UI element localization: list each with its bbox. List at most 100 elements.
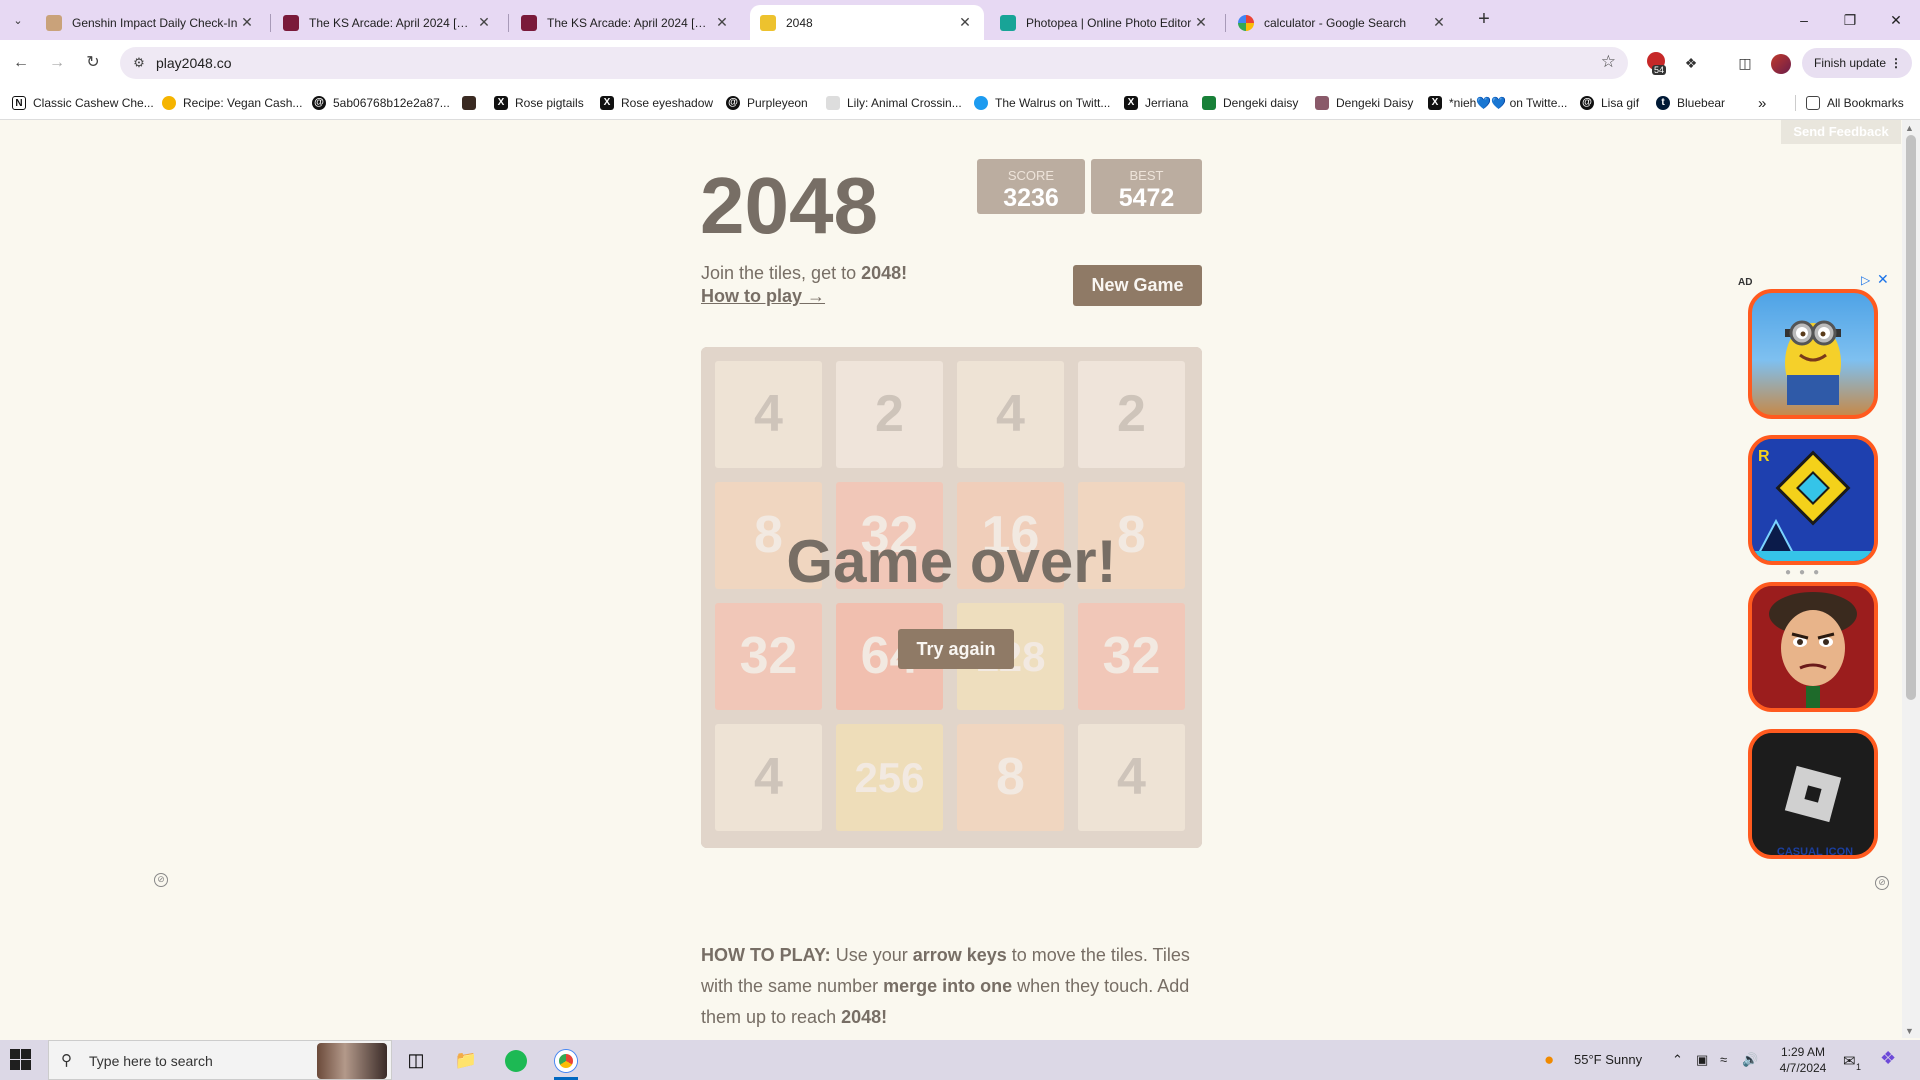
- meet-now-icon[interactable]: ▣: [1696, 1052, 1708, 1068]
- copilot-icon[interactable]: ❖: [1880, 1048, 1896, 1069]
- bookmarks-overflow-button[interactable]: »: [1758, 93, 1766, 113]
- address-bar[interactable]: ⚙ play2048.co ☆: [120, 47, 1628, 79]
- ad-app-scary-teacher[interactable]: [1748, 582, 1878, 712]
- bookmark-item[interactable]: Recipe: Vegan Cash...: [162, 93, 302, 113]
- reload-icon: ↻: [86, 54, 100, 71]
- tab-search-button[interactable]: ⌄: [6, 8, 30, 32]
- tab-genshin[interactable]: Genshin Impact Daily Check-In ✕: [36, 5, 266, 40]
- tab-google-search[interactable]: calculator - Google Search ✕: [1228, 5, 1458, 40]
- new-tab-button[interactable]: +: [1472, 8, 1496, 32]
- new-game-button[interactable]: New Game: [1073, 265, 1202, 306]
- more-menu-icon: ⋮: [1890, 56, 1902, 70]
- ad-app-roblox[interactable]: [1748, 729, 1878, 859]
- ad-app-minion[interactable]: [1748, 289, 1878, 419]
- search-icon: ⚲: [61, 1052, 72, 1069]
- extensions-puzzle-icon[interactable]: ❖: [1680, 52, 1702, 74]
- minion-icon: [1785, 320, 1841, 405]
- ad-info-icon[interactable]: ▷: [1861, 273, 1870, 287]
- bookmark-item[interactable]: @5ab06768b12e2a87...: [312, 93, 450, 113]
- side-panel-icon[interactable]: ◫: [1734, 52, 1756, 74]
- intro-bold: 2048!: [861, 263, 908, 283]
- search-placeholder: Type here to search: [89, 1053, 213, 1069]
- ks-arcade-icon: [521, 14, 537, 31]
- send-feedback-button[interactable]: Send Feedback: [1781, 120, 1901, 144]
- scroll-up-icon[interactable]: ▲: [1905, 123, 1914, 133]
- bookmark-star-icon[interactable]: ☆: [1601, 52, 1616, 72]
- how-to-play-link[interactable]: How to play →: [701, 286, 825, 307]
- finish-update-button[interactable]: Finish update ⋮: [1802, 48, 1912, 78]
- howto-bold: 2048!: [841, 1007, 888, 1027]
- bookmark-item[interactable]: [462, 93, 483, 113]
- close-tab-icon[interactable]: ✕: [956, 14, 974, 31]
- ad-app-geometry-dash[interactable]: R: [1748, 435, 1878, 565]
- game-board[interactable]: 4242832168326412832425684 Game over! Try…: [701, 347, 1202, 848]
- intro-text: Join the tiles, get to 2048!: [701, 263, 907, 284]
- all-bookmarks-button[interactable]: All Bookmarks: [1806, 93, 1904, 113]
- minimize-button[interactable]: –: [1782, 6, 1826, 34]
- volume-icon[interactable]: 🔊: [1742, 1052, 1758, 1068]
- sheets-icon: [1202, 96, 1216, 110]
- profile-avatar[interactable]: [1771, 54, 1791, 74]
- bookmark-label: Bluebear: [1677, 96, 1726, 110]
- bookmark-item[interactable]: N Classic Cashew Che...: [12, 93, 154, 113]
- tray-overflow-icon[interactable]: ⌃: [1672, 1052, 1683, 1068]
- close-tab-icon[interactable]: ✕: [1192, 14, 1210, 31]
- bookmarks-bar: N Classic Cashew Che... Recipe: Vegan Cas…: [0, 86, 1920, 120]
- forward-button[interactable]: →: [44, 50, 70, 76]
- bookmark-item[interactable]: @ Purpleyeon: [726, 93, 808, 113]
- bookmark-item[interactable]: X Jerriana: [1124, 93, 1188, 113]
- chrome-icon[interactable]: [546, 1044, 586, 1080]
- ad-close-icon[interactable]: ✕: [1877, 271, 1889, 288]
- ad-carousel-dots: ●●●: [1785, 567, 1828, 578]
- arrow-left-icon: ←: [13, 54, 29, 71]
- recipe-icon: [162, 96, 176, 110]
- tab-2048[interactable]: 2048 ✕: [750, 5, 984, 40]
- try-again-button[interactable]: Try again: [898, 629, 1014, 669]
- tab-ks-arcade-1[interactable]: The KS Arcade: April 2024 [Solo ✕: [273, 5, 503, 40]
- close-tab-icon[interactable]: ✕: [238, 14, 256, 31]
- bookmark-item[interactable]: Lily: Animal Crossin...: [826, 93, 962, 113]
- threads-icon: @: [726, 96, 740, 110]
- ad-choices-icon[interactable]: ⊘: [1875, 876, 1889, 890]
- file-explorer-icon[interactable]: 📁: [446, 1044, 486, 1080]
- bookmark-item[interactable]: The Walrus on Twitt...: [974, 93, 1110, 113]
- bookmark-item[interactable]: X *nieh💙💙 on Twitte...: [1428, 93, 1567, 113]
- bookmark-label: All Bookmarks: [1827, 96, 1904, 110]
- restore-button[interactable]: ❐: [1828, 6, 1872, 34]
- notifications-icon[interactable]: ✉: [1843, 1052, 1856, 1070]
- x-icon: X: [600, 96, 614, 110]
- wifi-icon[interactable]: ≈: [1720, 1052, 1727, 1067]
- system-clock[interactable]: 1:29 AM 4/7/2024: [1768, 1044, 1838, 1076]
- score-label: SCORE: [1007, 168, 1055, 183]
- url-text[interactable]: play2048.co: [156, 55, 232, 71]
- weather-text[interactable]: 55°F Sunny: [1574, 1052, 1642, 1067]
- howto-bold: arrow keys: [912, 945, 1007, 965]
- bookmark-item[interactable]: @ Lisa gif: [1580, 93, 1639, 113]
- taskbar-search-box[interactable]: ⚲ Type here to search: [48, 1040, 392, 1080]
- start-button[interactable]: [10, 1049, 32, 1071]
- finish-update-label: Finish update: [1814, 56, 1887, 70]
- close-tab-icon[interactable]: ✕: [1430, 14, 1448, 31]
- search-highlight-image: [317, 1043, 387, 1079]
- scroll-down-icon[interactable]: ▼: [1905, 1026, 1914, 1036]
- close-window-button[interactable]: ✕: [1874, 6, 1918, 34]
- task-view-icon[interactable]: ◫: [396, 1044, 436, 1080]
- bookmark-item[interactable]: X Rose eyeshadow: [600, 93, 713, 113]
- tab-photopea[interactable]: Photopea | Online Photo Editor ✕: [990, 5, 1220, 40]
- bookmark-item[interactable]: Dengeki Daisy: [1315, 93, 1413, 113]
- tab-ks-arcade-2[interactable]: The KS Arcade: April 2024 [Solo ✕: [511, 5, 741, 40]
- reload-button[interactable]: ↻: [80, 50, 106, 76]
- 2048-icon: [760, 14, 776, 31]
- scrollbar-thumb[interactable]: [1906, 135, 1916, 700]
- close-tab-icon[interactable]: ✕: [475, 14, 493, 31]
- bookmark-item[interactable]: X Rose pigtails: [494, 93, 584, 113]
- spotify-icon[interactable]: [496, 1044, 536, 1080]
- bookmark-item[interactable]: Dengeki daisy: [1202, 93, 1298, 113]
- back-button[interactable]: ←: [8, 50, 34, 76]
- close-tab-icon[interactable]: ✕: [713, 14, 731, 31]
- bookmark-item[interactable]: t Bluebear: [1656, 93, 1725, 113]
- x-icon: X: [1428, 96, 1442, 110]
- ad-choices-icon[interactable]: ⊘: [154, 873, 168, 887]
- avatar-icon: [462, 96, 476, 110]
- site-info-icon[interactable]: ⚙: [130, 54, 148, 72]
